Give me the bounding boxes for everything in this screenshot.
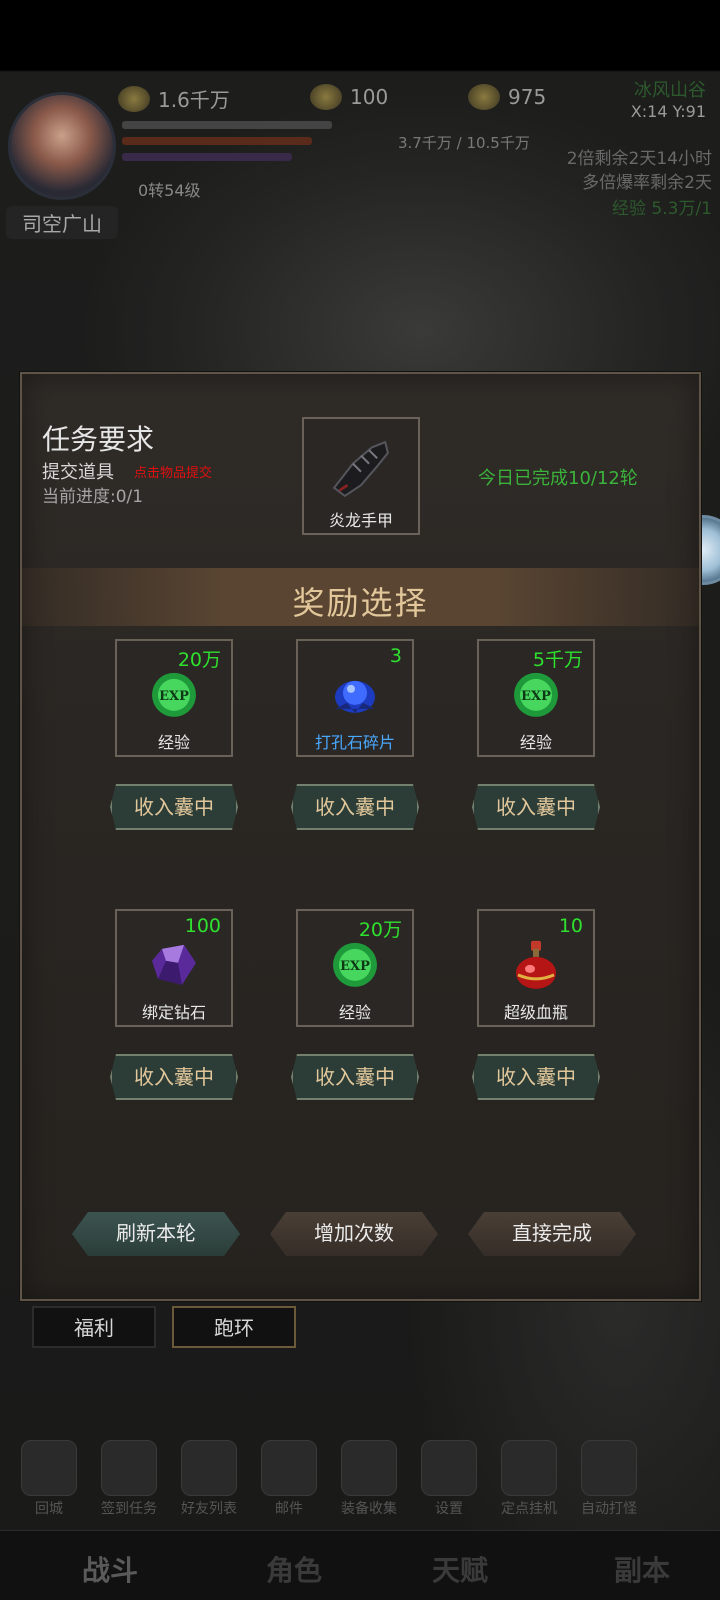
reward-slot[interactable]: 10 超级血瓶: [477, 909, 595, 1027]
player-avatar[interactable]: [8, 92, 116, 200]
ticket-stat: 975: [468, 84, 546, 110]
player-level: 0转54级: [138, 181, 201, 200]
ticket-icon: [468, 84, 500, 110]
svg-text:EXP: EXP: [521, 689, 551, 704]
mp-bar: [122, 153, 292, 161]
bottom-tab-bar: 战斗 角色 天赋 副本: [0, 1530, 720, 1600]
exp-readout: 3.7千万 / 10.5千万: [398, 134, 530, 152]
menu-label: 装备收集: [341, 1501, 397, 1517]
map-coords: X:14 Y:91: [630, 102, 706, 121]
tab-talent[interactable]: 天赋: [432, 1549, 488, 1589]
svg-text:EXP: EXP: [340, 959, 370, 974]
gold-stat: 1.6千万: [118, 84, 230, 113]
player-name: 司空广山: [6, 206, 118, 239]
mail-icon: [261, 1440, 317, 1496]
gold-value: 1.6千万: [158, 88, 230, 112]
exp-orb-icon: EXP: [333, 942, 377, 987]
scroll-icon: [101, 1440, 157, 1496]
tab-run-loop[interactable]: 跑环: [172, 1306, 296, 1348]
tab-welfare[interactable]: 福利: [32, 1306, 156, 1348]
reward-name: 超级血瓶: [503, 1003, 568, 1022]
submit-hint: 点击物品提交: [134, 466, 213, 481]
menu-auto-fight[interactable]: 自动打怪: [574, 1440, 644, 1518]
menu-idle-spot[interactable]: 定点挂机: [494, 1440, 564, 1518]
reward-slot[interactable]: 100 绑定钻石: [115, 909, 233, 1027]
add-times-button[interactable]: 增加次数: [270, 1212, 438, 1256]
collect-button[interactable]: 收入囊中: [110, 1054, 238, 1100]
reward-count: 3: [389, 645, 402, 667]
reward-name: 经验: [157, 733, 190, 752]
tab-character[interactable]: 角色: [266, 1549, 322, 1589]
buff-note: 多倍爆率剩余2天: [582, 173, 712, 193]
collect-button[interactable]: 收入囊中: [472, 1054, 600, 1100]
reward-title: 奖励选择: [292, 584, 429, 622]
purple-diamond-icon: [152, 944, 196, 985]
svg-text:EXP: EXP: [159, 689, 189, 704]
ingot-stat: 100: [310, 84, 388, 110]
menu-equip-collect[interactable]: 装备收集: [334, 1440, 404, 1518]
reward-name: 经验: [519, 733, 552, 752]
handshake-icon: [181, 1440, 237, 1496]
compass-icon: [501, 1440, 557, 1496]
reward-slot[interactable]: 3 打孔石碎片: [296, 639, 414, 757]
reward-banner: 奖励选择: [22, 568, 699, 626]
reward-slot[interactable]: 5千万 EXP 经验: [477, 639, 595, 757]
complete-now-button[interactable]: 直接完成: [468, 1212, 636, 1256]
task-progress: 当前进度:0/1: [42, 487, 144, 507]
menu-label: 签到任务: [101, 1501, 157, 1517]
reward-count: 10: [558, 915, 583, 937]
daily-status: 今日已完成10/12轮: [478, 468, 638, 489]
reward-name: 绑定钻石: [141, 1003, 206, 1022]
menu-label: 设置: [435, 1501, 463, 1517]
reward-slot[interactable]: 20万 EXP 经验: [115, 639, 233, 757]
ingot-icon: [310, 84, 342, 110]
gear-icon: [421, 1440, 477, 1496]
menu-label: 邮件: [275, 1501, 303, 1517]
menu-label: 自动打怪: [581, 1501, 637, 1517]
requirement-title: 任务要求: [42, 423, 155, 456]
collect-button[interactable]: 收入囊中: [291, 1054, 419, 1100]
submit-label: 提交道具: [42, 462, 114, 483]
exp-orb-icon: EXP: [152, 672, 196, 717]
reward-name: 打孔石碎片: [314, 733, 395, 752]
red-potion-icon: [516, 940, 556, 989]
required-item-name: 炎龙手甲: [328, 511, 393, 530]
tab-battle[interactable]: 战斗: [82, 1549, 138, 1589]
map-name: 冰风山谷: [634, 80, 706, 101]
reward-slot[interactable]: 20万 EXP 经验: [296, 909, 414, 1027]
gauntlet-icon: [332, 440, 390, 498]
ticket-value: 975: [508, 85, 547, 109]
fighter-icon: [581, 1440, 637, 1496]
gold-coin-icon: [118, 85, 150, 112]
buff-note: 2倍剩余2天14小时: [566, 149, 712, 169]
required-item-slot[interactable]: 炎龙手甲: [302, 417, 420, 535]
menu-mail[interactable]: 邮件: [254, 1440, 324, 1518]
hp-bar-track: [122, 121, 332, 129]
blue-gem-icon: [335, 680, 375, 713]
collect-button[interactable]: 收入囊中: [110, 784, 238, 830]
buff-note: 经验 5.3万/1: [612, 199, 712, 219]
collect-button[interactable]: 收入囊中: [291, 784, 419, 830]
ingot-value: 100: [350, 85, 389, 109]
menu-label: 回城: [35, 1501, 63, 1517]
armor-icon: [341, 1440, 397, 1496]
collect-button[interactable]: 收入囊中: [472, 784, 600, 830]
menu-label: 好友列表: [181, 1501, 237, 1517]
reward-count: 100: [184, 915, 221, 937]
menu-label: 定点挂机: [501, 1501, 557, 1517]
tab-dungeon[interactable]: 副本: [614, 1549, 670, 1589]
menu-settings[interactable]: 设置: [414, 1440, 484, 1518]
menu-checkin[interactable]: 签到任务: [94, 1440, 164, 1518]
refresh-round-button[interactable]: 刷新本轮: [72, 1212, 240, 1256]
reward-name: 经验: [338, 1003, 371, 1022]
menu-friends[interactable]: 好友列表: [174, 1440, 244, 1518]
hp-bar: [122, 137, 312, 145]
menu-return-town[interactable]: 回城: [14, 1440, 84, 1518]
town-icon: [21, 1440, 77, 1496]
run-loop-task-panel: 任务要求 提交道具 点击物品提交 当前进度:0/1 炎龙手甲 今日已完成10/1…: [20, 372, 701, 1301]
exp-orb-icon: EXP: [514, 672, 558, 717]
